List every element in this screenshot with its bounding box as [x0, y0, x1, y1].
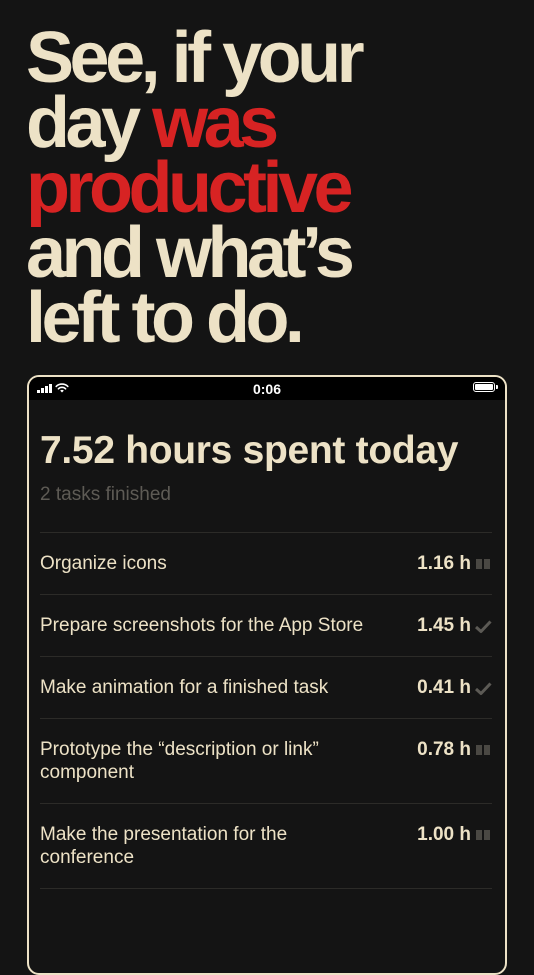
headline-line-5: left to do.	[26, 278, 305, 358]
marketing-headline: See, if your day was productive and what…	[26, 18, 526, 358]
pause-icon[interactable]	[474, 826, 492, 844]
task-hours: 1.00 h	[417, 824, 471, 845]
task-row[interactable]: Organize icons 1.16 h	[40, 533, 492, 595]
tasks-finished-count: 2 tasks finished	[40, 484, 171, 505]
app-content: 7.52 hours spent today 2 tasks finished …	[29, 428, 505, 889]
phone-frame: 0:06 7.52 hours spent today 2 tasks fini…	[27, 375, 507, 975]
task-hours: 1.45 h	[417, 615, 471, 636]
task-list: Organize icons 1.16 h Prepare screenshot…	[40, 532, 492, 889]
status-time: 0:06	[252, 381, 282, 397]
headline-line-1: See, if your	[26, 18, 365, 98]
task-hours: 0.41 h	[417, 677, 471, 698]
task-name: Prepare screenshots for the App Store	[40, 615, 364, 636]
task-row[interactable]: Make animation for a finished task 0.41 …	[40, 657, 492, 719]
headline-line-4: and what’s	[26, 213, 355, 293]
headline-line-2: day was	[26, 87, 526, 159]
task-name: Make animation for a finished task	[40, 677, 329, 698]
hours-summary-title: 7.52 hours spent today	[40, 429, 459, 472]
pause-icon[interactable]	[474, 741, 492, 759]
task-hours: 1.16 h	[417, 553, 471, 574]
check-icon[interactable]	[474, 617, 492, 635]
task-name: Make the presentation for the conference	[40, 824, 288, 868]
task-name: Prototype the “description or link” comp…	[40, 739, 319, 783]
battery-icon	[473, 382, 498, 392]
status-bar: 0:06	[29, 377, 505, 400]
task-row[interactable]: Prototype the “description or link” comp…	[40, 719, 492, 804]
task-hours: 0.78 h	[417, 739, 471, 760]
headline-line-3: productive	[26, 148, 354, 228]
task-row[interactable]: Make the presentation for the conference…	[40, 804, 492, 889]
task-name: Organize icons	[40, 553, 167, 574]
task-row[interactable]: Prepare screenshots for the App Store 1.…	[40, 595, 492, 657]
check-icon[interactable]	[474, 679, 492, 697]
pause-icon[interactable]	[474, 555, 492, 573]
